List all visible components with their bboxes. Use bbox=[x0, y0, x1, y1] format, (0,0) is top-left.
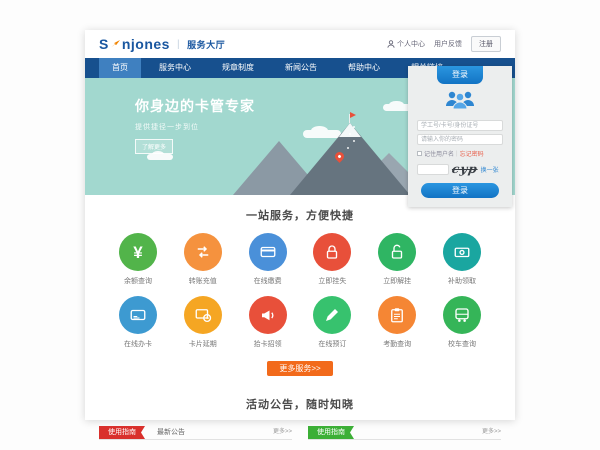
hero-subtitle: 提供捷径一步到位 bbox=[135, 122, 255, 132]
tab-usage-guide-right[interactable]: 使用指南 bbox=[308, 426, 354, 439]
username-input[interactable] bbox=[417, 120, 503, 131]
header: S njones | 服务大厅 个人中心 用户反馈 注册 bbox=[85, 30, 515, 58]
service-card-extension[interactable]: 卡片延期 bbox=[176, 296, 230, 349]
announcement-panel-left: 使用指南 最新公告 更多>> bbox=[99, 424, 292, 440]
nav-item-help[interactable]: 帮助中心 bbox=[335, 58, 393, 78]
tab-latest-announcements[interactable]: 最新公告 bbox=[157, 426, 185, 439]
nav-item-service-center[interactable]: 服务中心 bbox=[146, 58, 204, 78]
banknote-icon bbox=[453, 243, 471, 261]
page-container: S njones | 服务大厅 个人中心 用户反馈 注册 首页 服务中心 规章制… bbox=[85, 30, 515, 420]
announcement-panels: 使用指南 最新公告 更多>> 使用指南 更多>> bbox=[85, 424, 515, 440]
card-clock-icon bbox=[194, 306, 212, 324]
logo-arrow-icon bbox=[110, 39, 121, 49]
flag-icon bbox=[350, 112, 356, 118]
more-link-left[interactable]: 更多>> bbox=[273, 426, 292, 439]
personal-center-link[interactable]: 个人中心 bbox=[387, 39, 425, 49]
password-input[interactable] bbox=[417, 134, 503, 145]
card-icon bbox=[129, 306, 147, 324]
service-cancel-loss[interactable]: 立即解挂 bbox=[370, 233, 424, 286]
logo-divider: | bbox=[177, 39, 180, 50]
feedback-link[interactable]: 用户反馈 bbox=[434, 39, 462, 49]
service-school-bus-query[interactable]: 校车查询 bbox=[435, 296, 489, 349]
forgot-password-link[interactable]: 忘记密码 bbox=[460, 149, 484, 158]
nav-item-rules[interactable]: 规章制度 bbox=[209, 58, 267, 78]
logo-text-suffix: njones bbox=[122, 36, 170, 52]
more-link-right[interactable]: 更多>> bbox=[482, 426, 501, 439]
users-group-icon bbox=[408, 89, 512, 116]
remember-checkbox[interactable] bbox=[417, 151, 422, 156]
login-tab[interactable]: 登录 bbox=[437, 66, 483, 84]
change-captcha-link[interactable]: 换一张 bbox=[481, 165, 499, 174]
service-report-loss[interactable]: 立即挂失 bbox=[305, 233, 359, 286]
captcha-image[interactable]: cyp bbox=[451, 162, 479, 176]
unlock-icon bbox=[388, 243, 406, 261]
transfer-icon bbox=[194, 243, 212, 261]
service-online-card-apply[interactable]: 在线办卡 bbox=[111, 296, 165, 349]
path-dot bbox=[353, 140, 355, 142]
login-panel: 登录 记住用户名 | 忘记密码 cyp 换一张 登录 bbox=[408, 66, 512, 207]
remember-row: 记住用户名 | 忘记密码 bbox=[417, 149, 503, 158]
service-online-booking[interactable]: 在线预订 bbox=[305, 296, 359, 349]
captcha-row: cyp 换一张 bbox=[417, 162, 503, 176]
service-subsidy-collect[interactable]: 补助领取 bbox=[435, 233, 489, 286]
nav-item-home[interactable]: 首页 bbox=[99, 58, 141, 78]
logo-text-prefix: S bbox=[99, 36, 109, 52]
yen-icon: ¥ bbox=[133, 244, 142, 261]
cloud-icon bbox=[147, 154, 173, 160]
card-pay-icon bbox=[259, 243, 277, 261]
service-balance-query[interactable]: ¥ 余额查询 bbox=[111, 233, 165, 286]
service-found-card-claim[interactable]: 拾卡招领 bbox=[241, 296, 295, 349]
captcha-input[interactable] bbox=[417, 164, 449, 175]
megaphone-icon bbox=[259, 306, 277, 324]
header-links: 个人中心 用户反馈 注册 bbox=[387, 36, 501, 52]
user-icon bbox=[387, 40, 395, 48]
register-button[interactable]: 注册 bbox=[471, 36, 501, 52]
more-services-button[interactable]: 更多服务>> bbox=[267, 361, 333, 376]
path-dot bbox=[347, 147, 349, 149]
path-dot bbox=[353, 126, 355, 128]
bus-icon bbox=[453, 306, 471, 324]
hero-copy: 你身边的卡管专家 提供捷径一步到位 了解更多 bbox=[135, 96, 255, 154]
announcement-panel-right: 使用指南 更多>> bbox=[308, 424, 501, 440]
service-online-payment[interactable]: 在线缴费 bbox=[241, 233, 295, 286]
login-button[interactable]: 登录 bbox=[421, 183, 499, 198]
services-row-1: ¥ 余额查询 转账充值 在线缴费 立即挂失 立即解挂 bbox=[85, 233, 515, 286]
hero-cta-button[interactable]: 了解更多 bbox=[135, 139, 173, 154]
announcements-title: 活动公告，随时知晓 bbox=[85, 396, 515, 412]
clipboard-icon bbox=[388, 306, 406, 324]
services-row-2: 在线办卡 卡片延期 拾卡招领 在线预订 考勤查询 bbox=[85, 296, 515, 349]
remember-label: 记住用户名 bbox=[424, 149, 454, 158]
nav-item-news[interactable]: 新闻公告 bbox=[272, 58, 330, 78]
tab-usage-guide-left[interactable]: 使用指南 bbox=[99, 426, 145, 439]
path-dot bbox=[349, 133, 351, 135]
service-transfer-recharge[interactable]: 转账充值 bbox=[176, 233, 230, 286]
lock-icon bbox=[323, 243, 341, 261]
service-attendance-query[interactable]: 考勤查询 bbox=[370, 296, 424, 349]
hero-title: 你身边的卡管专家 bbox=[135, 96, 255, 116]
site-name: 服务大厅 bbox=[187, 38, 225, 51]
logo: S njones | 服务大厅 bbox=[99, 36, 225, 52]
pencil-icon bbox=[323, 306, 341, 324]
